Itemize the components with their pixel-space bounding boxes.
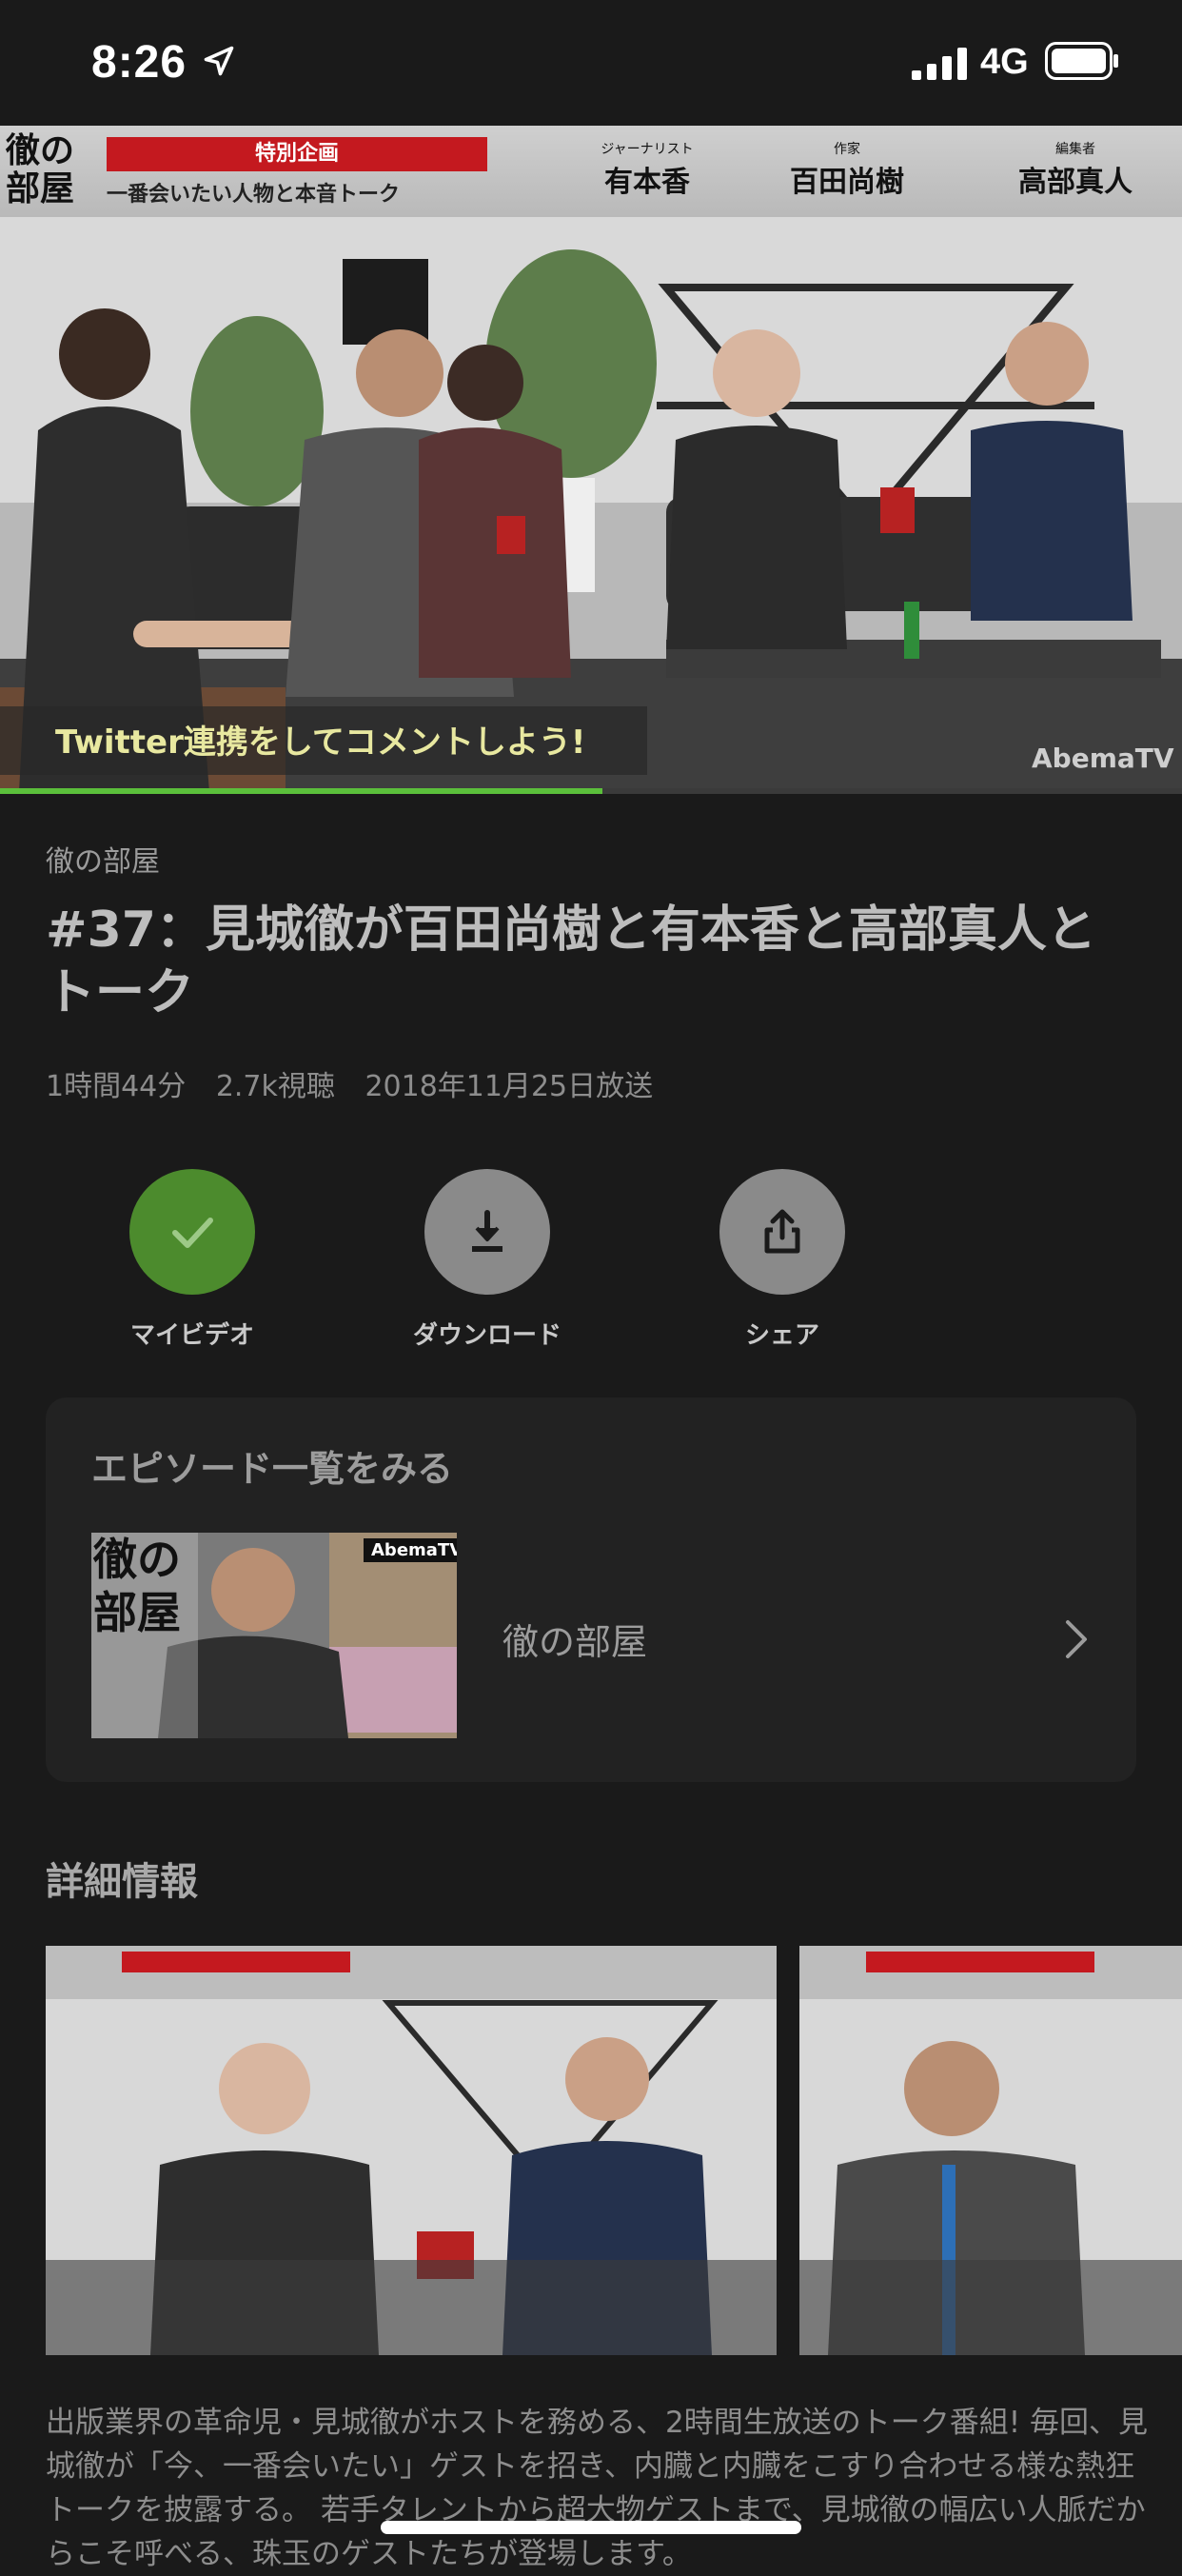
video-player[interactable]: 徹の部屋 特別企画 一番会いたい人物と本音トーク ジャーナリスト 有本香 作家 百田…	[0, 126, 1182, 792]
download-icon	[472, 1210, 502, 1252]
detail-image-2-picture	[799, 1946, 1182, 2355]
cellular-signal-icon	[912, 48, 967, 80]
network-type: 4G	[980, 42, 1029, 82]
episode-list-heading: エピソード一覧をみる	[91, 1448, 454, 1490]
download-label: ダウンロード	[412, 1321, 561, 1350]
program-logo: 徹の部屋	[6, 130, 75, 208]
episode-list-card[interactable]: エピソード一覧をみる 徹の部屋 AbemaTV 徹の部屋	[46, 1397, 1136, 1782]
series-thumbnail[interactable]: 徹の部屋 AbemaTV	[91, 1533, 457, 1738]
download-button[interactable]: ダウンロード	[373, 1169, 601, 1351]
video-progress-bar[interactable]	[0, 788, 1182, 794]
share-label: シェア	[744, 1321, 819, 1350]
home-indicator[interactable]	[381, 2521, 801, 2534]
air-date: 2018年11月25日放送	[364, 1070, 654, 1103]
guest-2: 作家 百田尚樹	[790, 142, 904, 199]
status-time: 8:26	[91, 37, 187, 88]
location-arrow-icon	[204, 46, 234, 76]
episode-meta: 1時間44分 2.7k視聴 2018年11月25日放送	[46, 1062, 674, 1104]
program-description: 出版業界の革命児・見城徹がホストを務める、2時間生放送のトーク番組! 毎回、見城…	[46, 2406, 1149, 2571]
video-progress-fill	[0, 788, 603, 794]
check-icon	[172, 1218, 213, 1248]
channel-name[interactable]: 徹の部屋	[46, 838, 160, 880]
share-button[interactable]: シェア	[668, 1169, 896, 1351]
duration: 1時間44分	[46, 1070, 187, 1103]
my-video-label: マイビデオ	[129, 1321, 254, 1350]
thumbnail-logo: 徹の部屋	[93, 1534, 181, 1638]
chevron-right-icon[interactable]	[1064, 1618, 1089, 1660]
guest-3: 編集者 高部真人	[1018, 142, 1133, 199]
guest-1: ジャーナリスト 有本香	[601, 142, 694, 199]
detail-image-1-picture	[46, 1946, 777, 2355]
my-video-button[interactable]: マイビデオ	[78, 1169, 306, 1351]
video-caption: Twitter連携をしてコメントしよう!	[55, 723, 586, 762]
episode-title: #37：見城徹が百田尚樹と有本香と高部真人とトーク	[46, 902, 1096, 1021]
status-bar: 8:26 4G	[0, 0, 1182, 126]
view-count: 2.7k視聴	[215, 1070, 335, 1103]
thumbnail-badge: AbemaTV	[364, 1538, 457, 1562]
series-title[interactable]: 徹の部屋	[502, 1613, 647, 1665]
detail-image-2[interactable]	[799, 1946, 1182, 2355]
share-circle[interactable]	[719, 1169, 845, 1295]
download-circle[interactable]	[424, 1169, 550, 1295]
special-label: 特別企画	[107, 137, 487, 171]
watermark: AbemaTV	[1032, 743, 1174, 774]
video-frame	[0, 126, 1182, 792]
battery-icon	[1045, 42, 1118, 80]
share-icon	[764, 1209, 800, 1254]
program-banner: 徹の部屋 特別企画 一番会いたい人物と本音トーク ジャーナリスト 有本香 作家 百田…	[0, 126, 1182, 217]
my-video-circle[interactable]	[129, 1169, 255, 1295]
detail-heading: 詳細情報	[46, 1860, 198, 1904]
detail-image-1[interactable]	[46, 1946, 777, 2355]
banner-subtitle: 一番会いたい人物と本音トーク	[107, 183, 401, 207]
